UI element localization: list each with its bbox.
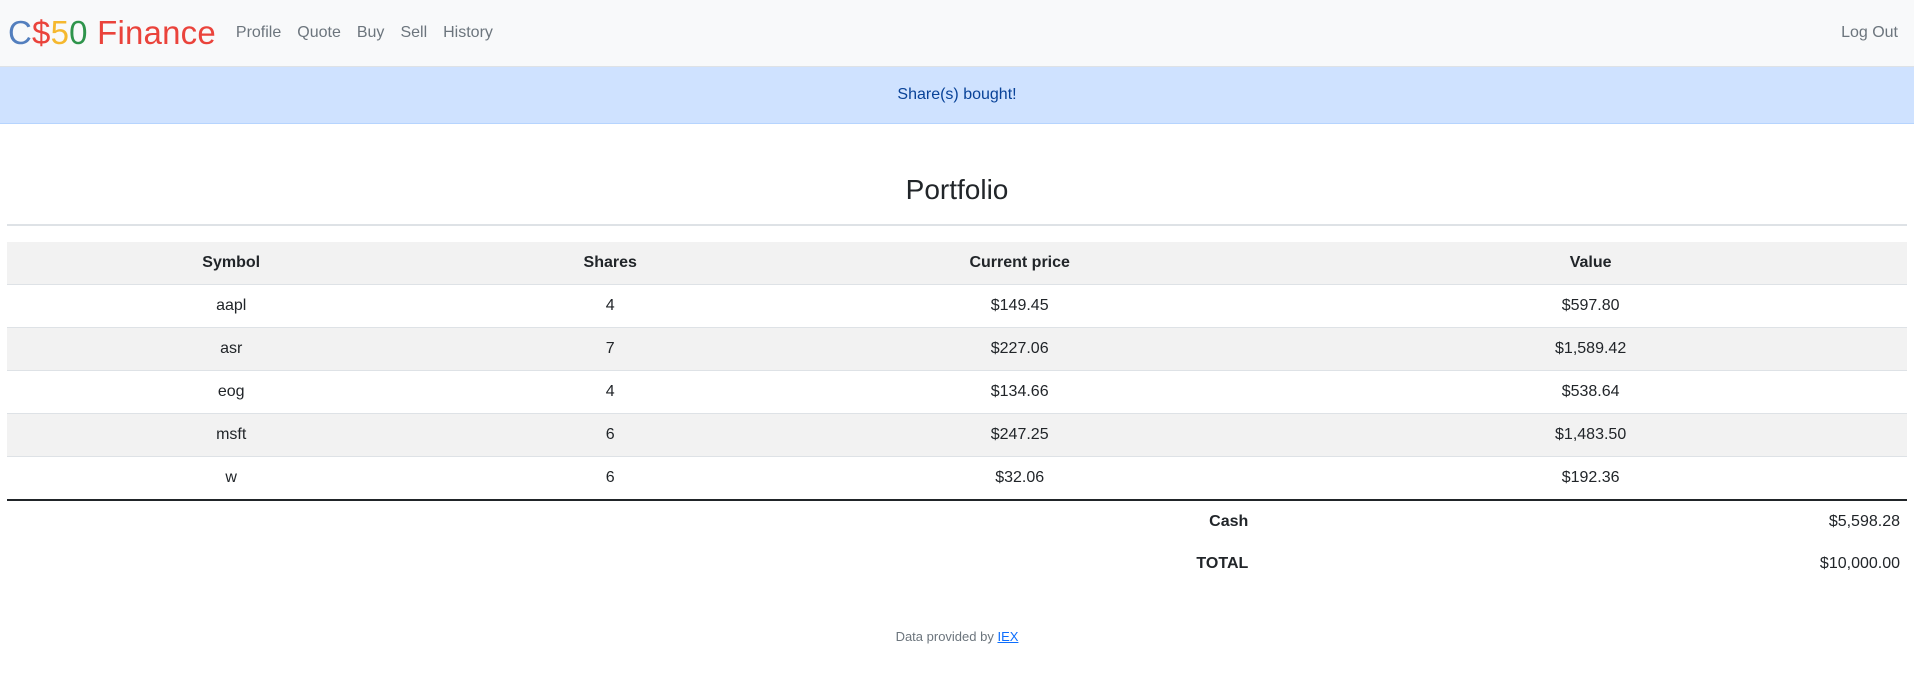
nav-profile[interactable]: Profile: [236, 24, 281, 42]
total-row: TOTAL $10,000.00: [7, 543, 1907, 585]
alert-message: Share(s) bought!: [897, 86, 1017, 103]
table-row: asr 7 $227.06 $1,589.42: [7, 327, 1907, 371]
cell-value: $1,589.42: [1274, 327, 1907, 371]
portfolio-table: Symbol Shares Current price Value aapl 4…: [7, 242, 1907, 585]
header-current-price: Current price: [765, 242, 1275, 285]
nav-history[interactable]: History: [443, 24, 493, 42]
nav-right: Log Out: [1833, 24, 1906, 42]
cell-symbol: msft: [7, 413, 456, 457]
cell-price: $149.45: [765, 284, 1275, 328]
table-row: aapl 4 $149.45 $597.80: [7, 284, 1907, 328]
nav-buy[interactable]: Buy: [357, 24, 385, 42]
nav-sell[interactable]: Sell: [400, 24, 427, 42]
iex-link[interactable]: IEX: [997, 629, 1018, 644]
brand-five: 5: [50, 14, 70, 51]
page-title: Portfolio: [905, 174, 1009, 205]
logout-link[interactable]: Log Out: [1841, 24, 1898, 41]
table-header-row: Symbol Shares Current price Value: [7, 242, 1907, 285]
cell-price: $227.06: [765, 327, 1275, 371]
brand-c: C: [8, 14, 33, 51]
cell-shares: 6: [455, 413, 766, 457]
divider: [7, 224, 1907, 226]
cell-price: $247.25: [765, 413, 1275, 457]
total-value: $10,000.00: [1819, 555, 1900, 572]
brand-finance: Finance: [87, 14, 216, 51]
nav-quote[interactable]: Quote: [297, 24, 341, 42]
total-label: TOTAL: [1196, 555, 1249, 572]
brand-zero: 0: [69, 14, 88, 51]
main-content: Portfolio Symbol Shares Current price Va…: [0, 124, 1914, 585]
cash-label: Cash: [1209, 513, 1249, 530]
cell-value: $597.80: [1274, 284, 1907, 328]
table-row: eog 4 $134.66 $538.64: [7, 370, 1907, 414]
cell-symbol: aapl: [7, 284, 456, 328]
cell-shares: 7: [455, 327, 766, 371]
table-row: msft 6 $247.25 $1,483.50: [7, 413, 1907, 457]
cell-symbol: asr: [7, 327, 456, 371]
cell-shares: 4: [455, 284, 766, 328]
flash-alert: Share(s) bought!: [0, 67, 1914, 124]
cash-value: $5,598.28: [1828, 513, 1900, 530]
footer: Data provided by IEX: [0, 629, 1914, 644]
footer-text: Data provided by: [895, 629, 998, 644]
cell-value: $1,483.50: [1274, 413, 1907, 457]
cell-shares: 6: [455, 456, 766, 501]
cell-shares: 4: [455, 370, 766, 414]
cell-price: $134.66: [765, 370, 1275, 414]
header-value: Value: [1274, 242, 1907, 285]
brand-dollar: $: [32, 14, 51, 51]
table-row: w 6 $32.06 $192.36: [7, 456, 1907, 501]
cell-symbol: w: [7, 456, 456, 501]
cash-row: Cash $5,598.28: [7, 500, 1907, 543]
nav-links: Profile Quote Buy Sell History: [228, 24, 501, 42]
cell-value: $538.64: [1274, 370, 1907, 414]
cell-symbol: eog: [7, 370, 456, 414]
cell-value: $192.36: [1274, 456, 1907, 501]
header-symbol: Symbol: [7, 242, 456, 285]
cell-price: $32.06: [765, 456, 1275, 501]
brand-logo[interactable]: C$50 Finance: [8, 14, 216, 52]
navbar: C$50 Finance Profile Quote Buy Sell Hist…: [0, 0, 1914, 67]
header-shares: Shares: [455, 242, 766, 285]
